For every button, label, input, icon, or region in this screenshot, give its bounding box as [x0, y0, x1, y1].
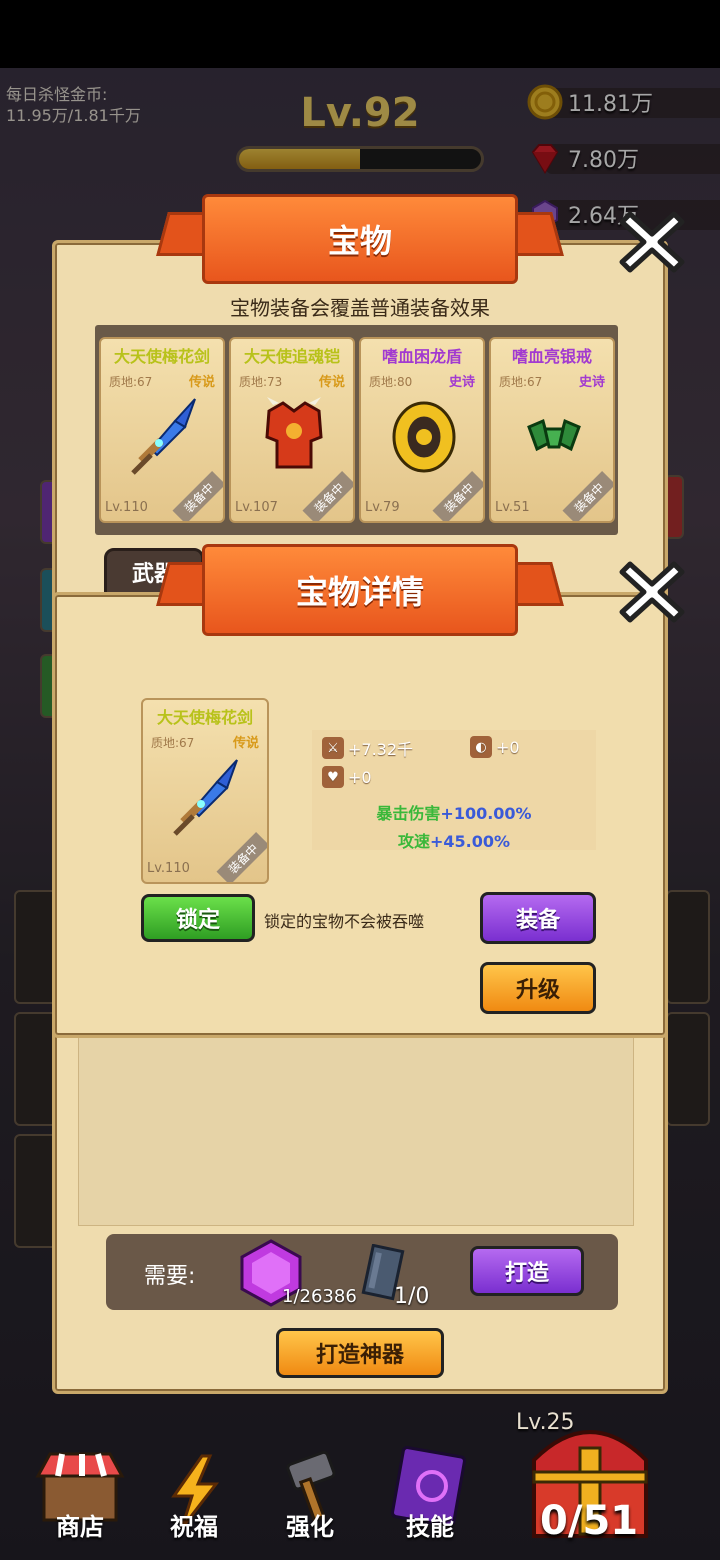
card-level: Lv.51 [495, 500, 530, 515]
card-level: Lv.110 [105, 500, 148, 515]
card-quality: 质地:67 [499, 375, 543, 389]
attack-speed-value: +45.00% [429, 832, 511, 851]
detail-title: 宝物详情 [295, 573, 424, 611]
nav-shop-label: 商店 [56, 1513, 104, 1541]
treasure-title-ribbon: 宝物 [202, 194, 518, 284]
detail-item-level: Lv.110 [147, 861, 190, 876]
crit-damage-stat: 暴击伤害+100.00% [312, 800, 596, 824]
chest-count: 0/51 [540, 1498, 639, 1544]
treasure-card-1[interactable]: 大天使梅花剑 质地:67 传说 Lv.110 装备中 [99, 337, 225, 523]
attack-speed-stat: 攻速+45.00% [312, 828, 596, 852]
detail-item-quality: 质地:67 [151, 736, 195, 750]
nav-skill[interactable]: 技能 [380, 1440, 480, 1550]
treasure-subtitle: 宝物装备会覆盖普通装备效果 [230, 296, 490, 320]
upgrade-button-label: 升级 [515, 978, 560, 1003]
sword-icon [173, 759, 238, 836]
crit-damage-label: 暴击伤害 [376, 804, 441, 823]
forge-button[interactable]: 打造 [470, 1246, 584, 1296]
chest-level: Lv.25 [516, 1410, 575, 1435]
lock-button[interactable]: 锁定 [141, 894, 255, 942]
nav-enhance-label: 强化 [286, 1513, 334, 1541]
card-rarity: 史诗 [448, 375, 475, 390]
sword-icon [131, 398, 196, 475]
treasure-card-2[interactable]: 大天使追魂铠 质地:73 传说 Lv.107 装备中 [229, 337, 355, 523]
card-name: 嗜血困龙盾 [381, 347, 462, 366]
equipped-badge: 装备中 [172, 470, 223, 521]
equipped-badge: 装备中 [562, 470, 613, 521]
close-icon[interactable] [616, 206, 688, 278]
defense-value: +0 [496, 737, 520, 757]
lock-note: 锁定的宝物不会被吞噬 [264, 912, 425, 931]
nav-shop[interactable]: 商店 [30, 1440, 130, 1550]
upgrade-button[interactable]: 升级 [480, 962, 596, 1014]
material-requirement-count: 1/0 [394, 1284, 430, 1309]
hp-stat: ♥ +0 [322, 766, 372, 788]
shield-stat-icon: ◐ [470, 736, 492, 758]
hp-value: +0 [348, 767, 372, 787]
treasure-card-4[interactable]: 嗜血亮银戒 质地:67 史诗 Lv.51 装备中 [489, 337, 615, 523]
card-quality: 质地:80 [369, 375, 413, 389]
forge-artifact-label: 打造神器 [315, 1343, 404, 1368]
crit-damage-value: +100.00% [440, 804, 532, 823]
card-level: Lv.79 [365, 500, 400, 515]
nav-skill-label: 技能 [406, 1513, 454, 1541]
card-level: Lv.107 [235, 500, 278, 515]
gem-requirement-count: 1/26386 [282, 1286, 357, 1307]
forge-button-label: 打造 [504, 1261, 549, 1286]
equipped-badge: 装备中 [302, 470, 353, 521]
card-quality: 质地:67 [109, 375, 153, 389]
attack-value: +7.32千 [348, 740, 414, 759]
treasure-card-3[interactable]: 嗜血困龙盾 质地:80 史诗 Lv.79 装备中 [359, 337, 485, 523]
shield-icon [392, 401, 456, 473]
card-rarity: 传说 [188, 375, 215, 390]
detail-item-rarity: 传说 [232, 736, 259, 751]
detail-close-icon[interactable] [616, 556, 688, 628]
sword-stat-icon: ⚔ [322, 737, 344, 759]
treasure-list-area [78, 1036, 634, 1226]
detail-title-ribbon: 宝物详情 [202, 544, 518, 636]
equip-button-label: 装备 [515, 908, 560, 933]
equip-button[interactable]: 装备 [480, 892, 596, 944]
card-rarity: 传说 [318, 375, 345, 390]
equipped-badge: 装备中 [216, 831, 267, 882]
card-name: 大天使梅花剑 [113, 347, 210, 366]
card-name: 嗜血亮银戒 [511, 347, 592, 366]
forge-artifact-button[interactable]: 打造神器 [276, 1328, 444, 1378]
treasure-title: 宝物 [327, 222, 392, 260]
attack-stat: ⚔ +7.32千 [322, 736, 413, 760]
detail-item-card: 大天使梅花剑 质地:67 传说 Lv.110 装备中 [141, 698, 269, 884]
card-name: 大天使追魂铠 [243, 347, 340, 366]
detail-item-name: 大天使梅花剑 [156, 708, 253, 727]
ring-icon [527, 418, 581, 452]
card-quality: 质地:73 [239, 375, 283, 389]
nav-bless[interactable]: 祝福 [144, 1440, 244, 1550]
status-bar [0, 0, 720, 68]
nav-enhance[interactable]: 强化 [260, 1440, 360, 1550]
heart-stat-icon: ♥ [322, 766, 344, 788]
attack-speed-label: 攻速 [397, 832, 430, 851]
armor-icon [265, 397, 323, 469]
defense-stat: ◐ +0 [470, 736, 520, 758]
card-rarity: 史诗 [578, 375, 605, 390]
equipped-badge: 装备中 [432, 470, 483, 521]
lock-button-label: 锁定 [175, 908, 220, 933]
need-label: 需要: [144, 1264, 196, 1289]
nav-bless-label: 祝福 [170, 1513, 218, 1541]
